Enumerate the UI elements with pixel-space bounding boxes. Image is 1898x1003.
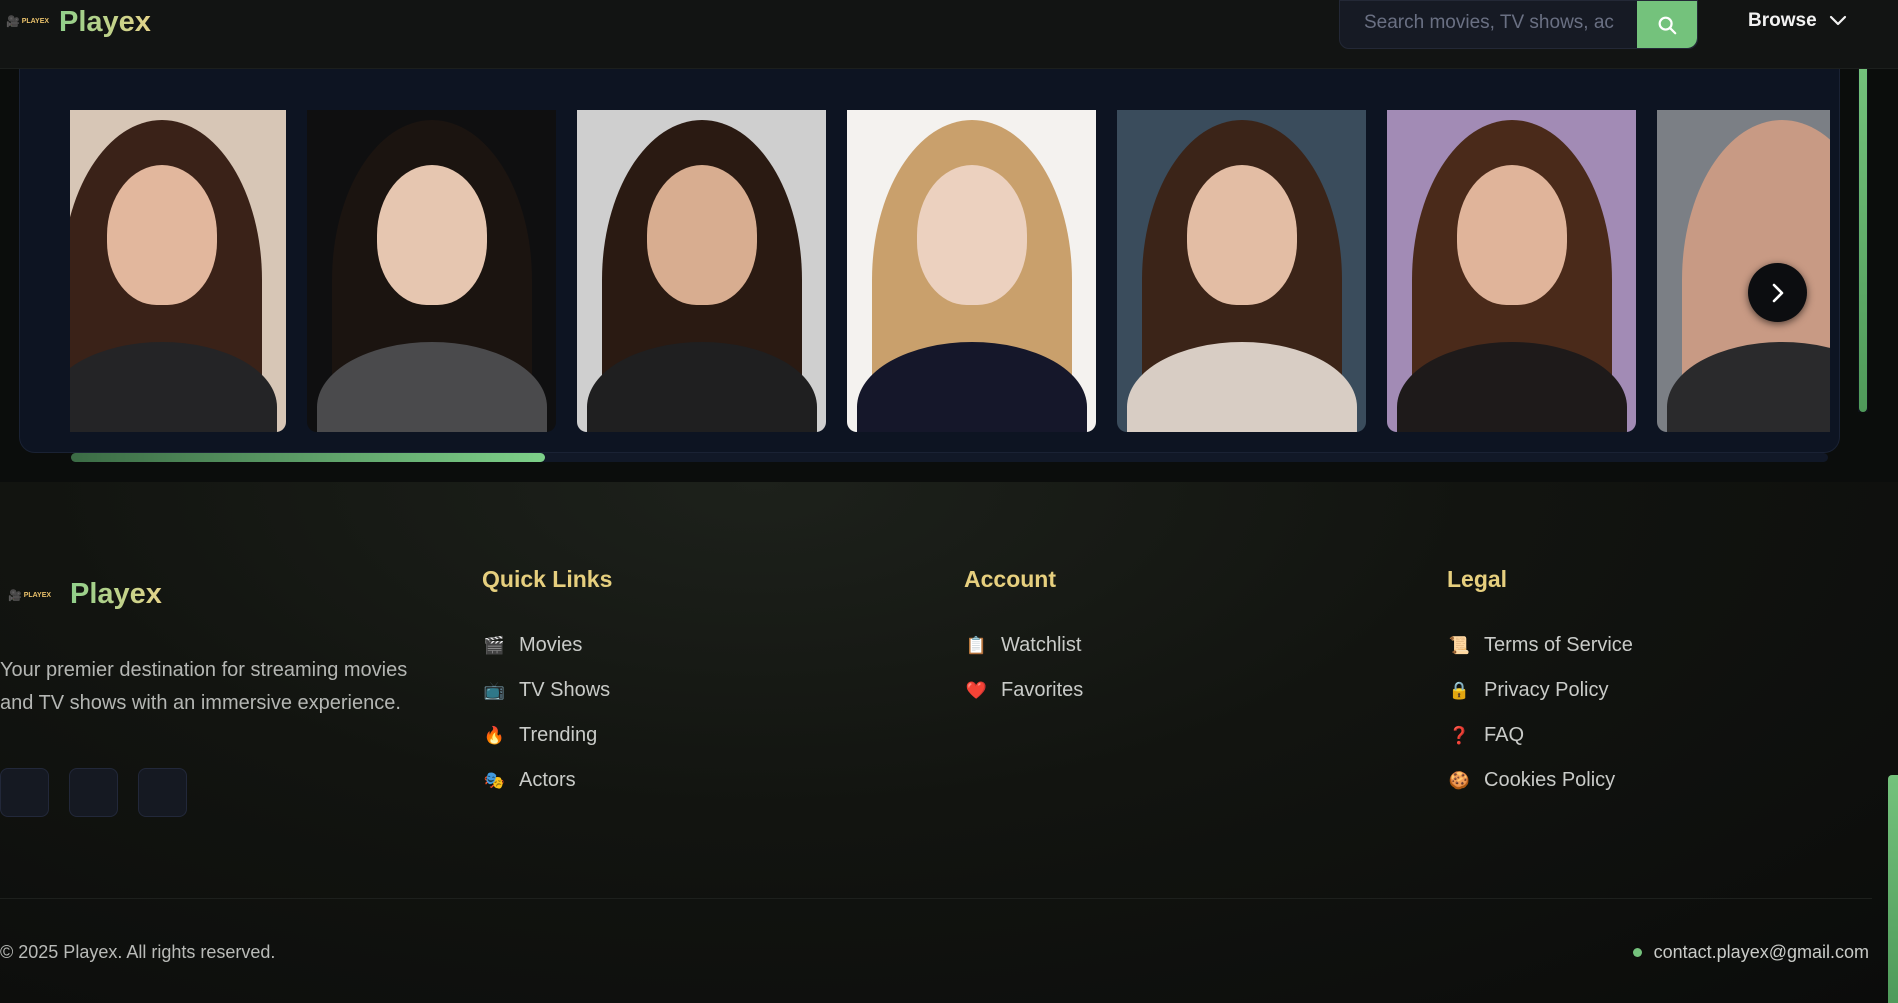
footer-link-trending[interactable]: 🔥 Trending (482, 713, 612, 758)
footer-logo-wordmark: PLAYEX (23, 591, 52, 599)
lock-icon: 🔒 (1448, 680, 1471, 700)
fire-icon: 🔥 (483, 725, 506, 745)
link-label: Trending (519, 724, 598, 746)
footer-divider (0, 898, 1872, 899)
column-title: Quick Links (482, 566, 613, 592)
browse-menu[interactable]: Browse (1748, 10, 1847, 32)
chevron-right-icon (1772, 283, 1783, 302)
social-links (0, 768, 187, 817)
link-label: TV Shows (519, 679, 611, 701)
footer-link-watchlist[interactable]: 📋 Watchlist (964, 623, 1083, 668)
link-label: Privacy Policy (1484, 679, 1609, 701)
tv-icon: 📺 (483, 680, 506, 700)
copyright-text: © 2025 Playex. All rights reserved. (0, 942, 276, 962)
carousel-next-button[interactable] (1748, 263, 1807, 322)
actor-photo-face (916, 165, 1027, 305)
link-label: Actors (519, 769, 576, 791)
footer-link-terms[interactable]: 📜 Terms of Service (1447, 623, 1633, 668)
browse-label: Browse (1748, 10, 1817, 31)
contact-email-text: contact.playex@gmail.com (1653, 942, 1869, 962)
social-link-3[interactable] (138, 768, 187, 817)
column-title: Account (964, 566, 1056, 592)
actor-card[interactable] (70, 110, 286, 432)
panel-scrollbar-thumb[interactable] (1859, 60, 1867, 412)
footer-column-account: Account 📋 Watchlist ❤️ Favorites (964, 566, 1083, 713)
actor-card[interactable] (1117, 110, 1366, 432)
footer-link-cookies[interactable]: 🍪 Cookies Policy (1447, 758, 1633, 803)
carousel-track (70, 110, 1830, 432)
heart-icon: ❤️ (965, 680, 988, 700)
actor-photo-face (106, 165, 217, 305)
clipboard-icon: 📋 (965, 635, 988, 655)
actor-photo-face (376, 165, 487, 305)
logo-image[interactable]: 🎥 PLAYEX (6, 12, 49, 30)
footer-link-faq[interactable]: ❓ FAQ (1447, 713, 1633, 758)
top-nav: 🎥 PLAYEX Playex Browse (0, 0, 1898, 69)
link-label: Terms of Service (1484, 634, 1633, 656)
social-link-1[interactable] (0, 768, 49, 817)
cookie-icon: 🍪 (1448, 770, 1471, 790)
status-dot-icon (1632, 948, 1642, 957)
panel-scrollbar[interactable] (1858, 60, 1868, 412)
brand-name[interactable]: Playex (59, 6, 151, 39)
search-button[interactable] (1637, 1, 1697, 48)
search-bar (1339, 0, 1698, 49)
footer-column-legal: Legal 📜 Terms of Service 🔒 Privacy Policy … (1447, 566, 1633, 803)
camera-icon: 🎥 (6, 15, 20, 28)
search-input[interactable] (1340, 1, 1637, 48)
footer-description: Your premier destination for streaming m… (0, 659, 408, 714)
link-label: Watchlist (1001, 634, 1082, 656)
actor-photo-face (1186, 165, 1297, 305)
actor-card[interactable] (1387, 110, 1636, 432)
contact-email[interactable]: contact.playex@gmail.com (1632, 942, 1869, 963)
footer-link-favorites[interactable]: ❤️ Favorites (964, 668, 1083, 713)
footer-logo-image[interactable]: 🎥 PLAYEX (8, 586, 52, 604)
footer-link-privacy[interactable]: 🔒 Privacy Policy (1447, 668, 1633, 713)
carousel-scrollbar[interactable] (71, 453, 1828, 462)
column-title: Legal (1447, 566, 1508, 592)
footer-brand-name[interactable]: Playex (70, 578, 162, 611)
actors-carousel (19, 40, 1840, 462)
footer-link-actors[interactable]: 🎭 Actors (482, 758, 612, 803)
link-label: Cookies Policy (1484, 769, 1616, 791)
carousel-scroll-progress (71, 453, 545, 462)
logo-wordmark: PLAYEX (21, 17, 50, 25)
actor-photo-face (1456, 165, 1567, 305)
actor-photo-face (646, 165, 757, 305)
chevron-down-icon (1829, 15, 1846, 26)
page-scrollbar-thumb[interactable] (1888, 775, 1898, 1003)
scroll-icon: 📜 (1448, 635, 1471, 655)
actor-card[interactable] (847, 110, 1096, 432)
actor-card[interactable] (577, 110, 826, 432)
footer-link-tv-shows[interactable]: 📺 TV Shows (482, 668, 612, 713)
camera-icon: 🎥 (8, 589, 22, 602)
social-link-2[interactable] (69, 768, 118, 817)
link-label: Movies (519, 634, 583, 656)
footer: 🎥 PLAYEX Playex Your premier destination… (0, 482, 1898, 1003)
theater-masks-icon: 🎭 (483, 770, 506, 790)
actor-card[interactable] (1657, 110, 1830, 432)
footer-column-quick-links: Quick Links 🎬 Movies 📺 TV Shows 🔥 Trending … (482, 566, 612, 803)
actor-card[interactable] (307, 110, 556, 432)
question-icon: ❓ (1448, 725, 1471, 745)
footer-link-movies[interactable]: 🎬 Movies (482, 623, 612, 668)
search-icon (1658, 16, 1677, 34)
clapper-icon: 🎬 (483, 635, 506, 655)
link-label: FAQ (1484, 724, 1525, 746)
link-label: Favorites (1001, 679, 1084, 701)
